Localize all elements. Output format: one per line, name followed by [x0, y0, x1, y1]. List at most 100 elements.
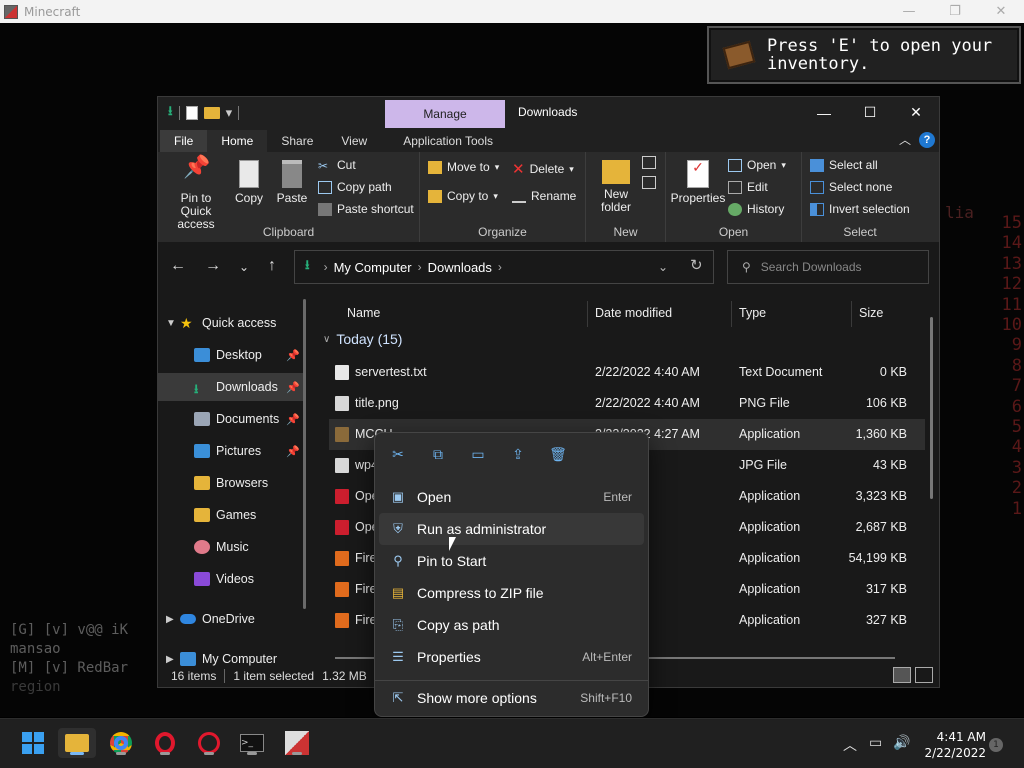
- clipboard-group: 📌 Pin to Quick access Copy Paste ✂ Cut Co…: [158, 152, 420, 242]
- copy-icon[interactable]: ⧉: [427, 443, 449, 465]
- pane-scrollbar[interactable]: [303, 299, 306, 609]
- back-button[interactable]: ←: [168, 257, 188, 275]
- sidebar-item-videos[interactable]: Videos: [158, 565, 304, 593]
- item-count: 16 items: [171, 669, 217, 683]
- network-icon[interactable]: ▭: [869, 735, 882, 751]
- cut-icon[interactable]: ✂: [387, 443, 409, 465]
- easy-access-button[interactable]: [642, 176, 656, 189]
- tab-share[interactable]: Share: [267, 130, 327, 152]
- sidebar-item-games[interactable]: Games: [158, 501, 304, 529]
- taskbar-chrome[interactable]: [106, 728, 136, 758]
- chevron-down-icon[interactable]: ⌄: [658, 260, 668, 274]
- new-folder-icon[interactable]: [203, 106, 220, 119]
- details-view-button[interactable]: [893, 667, 911, 683]
- copy-path-button[interactable]: Copy path: [318, 180, 392, 194]
- tab-manage[interactable]: Manage: [385, 100, 505, 128]
- close-button[interactable]: ✕: [893, 97, 939, 128]
- collapse-ribbon-icon[interactable]: ︿: [899, 131, 911, 148]
- taskbar-opera-gx[interactable]: [194, 728, 224, 758]
- taskbar-terminal[interactable]: >_: [237, 728, 267, 758]
- sidebar-item-desktop[interactable]: Desktop 📌: [158, 341, 304, 369]
- menu-item-run-as-administrator[interactable]: ⛨ Run as administrator: [379, 513, 644, 545]
- sidebar-item-onedrive[interactable]: ▶ OneDrive: [158, 605, 304, 633]
- breadcrumb-my-computer[interactable]: My Computer: [334, 260, 412, 275]
- edit-button[interactable]: Edit: [728, 180, 768, 194]
- paste-shortcut-button[interactable]: Paste shortcut: [318, 202, 414, 216]
- maximize-button[interactable]: ❐: [932, 4, 978, 19]
- address-bar[interactable]: ⭳ › My Computer › Downloads ›: [294, 250, 714, 284]
- taskbar-opera[interactable]: [150, 728, 180, 758]
- start-button[interactable]: [18, 728, 48, 758]
- large-icons-view-button[interactable]: [915, 667, 933, 683]
- copy-to-button[interactable]: Copy to ▾: [428, 189, 498, 203]
- show-hidden-icons[interactable]: ︿: [843, 735, 857, 755]
- column-date-modified[interactable]: Date modified: [595, 306, 672, 320]
- menu-item-properties[interactable]: ☰ Properties Alt+Enter: [379, 641, 644, 673]
- chevron-right-icon[interactable]: ▶: [166, 654, 180, 665]
- notification-badge[interactable]: 1: [989, 738, 1003, 752]
- menu-item-show-more-options[interactable]: ⇱ Show more options Shift+F10: [379, 682, 644, 714]
- taskbar-minecraft[interactable]: [282, 728, 312, 758]
- sidebar-item-music[interactable]: Music: [158, 533, 304, 561]
- invert-selection-button[interactable]: Invert selection: [810, 202, 910, 216]
- tab-view[interactable]: View: [327, 130, 381, 152]
- tab-application-tools[interactable]: Application Tools: [389, 130, 507, 152]
- customize-toolbar-icon[interactable]: ▾: [226, 105, 233, 121]
- chevron-down-icon[interactable]: ▼: [166, 318, 180, 329]
- copy-button[interactable]: Copy: [234, 160, 264, 205]
- tab-home[interactable]: Home: [207, 130, 268, 152]
- search-input[interactable]: ⚲ Search Downloads: [727, 250, 929, 284]
- new-folder-button[interactable]: New folder: [594, 160, 638, 214]
- column-type[interactable]: Type: [739, 306, 766, 320]
- move-to-button[interactable]: Move to ▾: [428, 160, 499, 174]
- volume-icon[interactable]: 🔊: [893, 735, 910, 751]
- sidebar-item-documents[interactable]: Documents 📌: [158, 405, 304, 433]
- sidebar-item-downloads[interactable]: ⭳ Downloads 📌: [158, 373, 304, 401]
- folder-icon: [65, 734, 89, 752]
- delete-button[interactable]: ✕ Delete ▾: [512, 160, 574, 178]
- new-item-button[interactable]: [642, 156, 656, 169]
- forward-button[interactable]: →: [203, 257, 223, 275]
- sidebar-item-pictures[interactable]: Pictures 📌: [158, 437, 304, 465]
- column-size[interactable]: Size: [859, 306, 883, 320]
- tab-file[interactable]: File: [160, 130, 208, 152]
- menu-item-open[interactable]: ▣ Open Enter: [379, 481, 644, 513]
- menu-item-compress-zip[interactable]: ▤ Compress to ZIP file: [379, 577, 644, 609]
- breadcrumb-downloads[interactable]: Downloads: [428, 260, 492, 275]
- vertical-scrollbar[interactable]: [930, 317, 933, 499]
- sidebar-item-quick-access[interactable]: ▼ ★ Quick access: [158, 309, 304, 337]
- computer-icon: [180, 652, 196, 666]
- paste-button[interactable]: Paste: [276, 160, 308, 205]
- recent-locations-button[interactable]: ⌄: [234, 260, 254, 274]
- history-button[interactable]: History: [728, 202, 784, 216]
- table-row[interactable]: servertest.txt 2/22/2022 4:40 AM Text Docu…: [329, 357, 925, 388]
- column-name[interactable]: Name: [347, 306, 380, 320]
- close-button[interactable]: ✕: [978, 4, 1024, 19]
- sidebar-item-browsers[interactable]: Browsers: [158, 469, 304, 497]
- chevron-right-icon[interactable]: ▶: [166, 614, 180, 625]
- minimize-button[interactable]: —: [886, 4, 932, 19]
- menu-item-pin-to-start[interactable]: ⚲ Pin to Start: [379, 545, 644, 577]
- group-header-today[interactable]: ∨ Today (15): [323, 331, 402, 347]
- clock[interactable]: 4:41 AM 2/22/2022: [916, 729, 986, 761]
- share-icon[interactable]: ⇪: [507, 443, 529, 465]
- pin-quick-access-button[interactable]: 📌 Pin to Quick access: [164, 156, 228, 231]
- open-button[interactable]: Open ▾: [728, 158, 786, 172]
- menu-item-copy-as-path[interactable]: ⎘ Copy as path: [379, 609, 644, 641]
- rename-button[interactable]: Rename: [512, 189, 576, 203]
- cut-button[interactable]: ✂ Cut: [318, 158, 356, 173]
- up-button[interactable]: ↑: [262, 257, 282, 275]
- rename-icon[interactable]: ▭: [467, 443, 489, 465]
- minimize-button[interactable]: —: [801, 97, 847, 128]
- select-none-button[interactable]: Select none: [810, 180, 892, 194]
- minecraft-icon: [4, 4, 18, 19]
- taskbar-file-explorer[interactable]: [58, 728, 96, 758]
- properties-button[interactable]: ✓ Properties: [670, 160, 726, 205]
- help-icon[interactable]: ?: [919, 131, 935, 148]
- delete-icon[interactable]: 🗑: [547, 443, 569, 465]
- select-all-button[interactable]: Select all: [810, 158, 878, 172]
- refresh-icon[interactable]: ↻: [690, 256, 703, 274]
- maximize-button[interactable]: ☐: [847, 97, 893, 128]
- properties-icon[interactable]: [185, 105, 198, 120]
- table-row[interactable]: title.png 2/22/2022 4:40 AM PNG File 106 KB: [329, 388, 925, 419]
